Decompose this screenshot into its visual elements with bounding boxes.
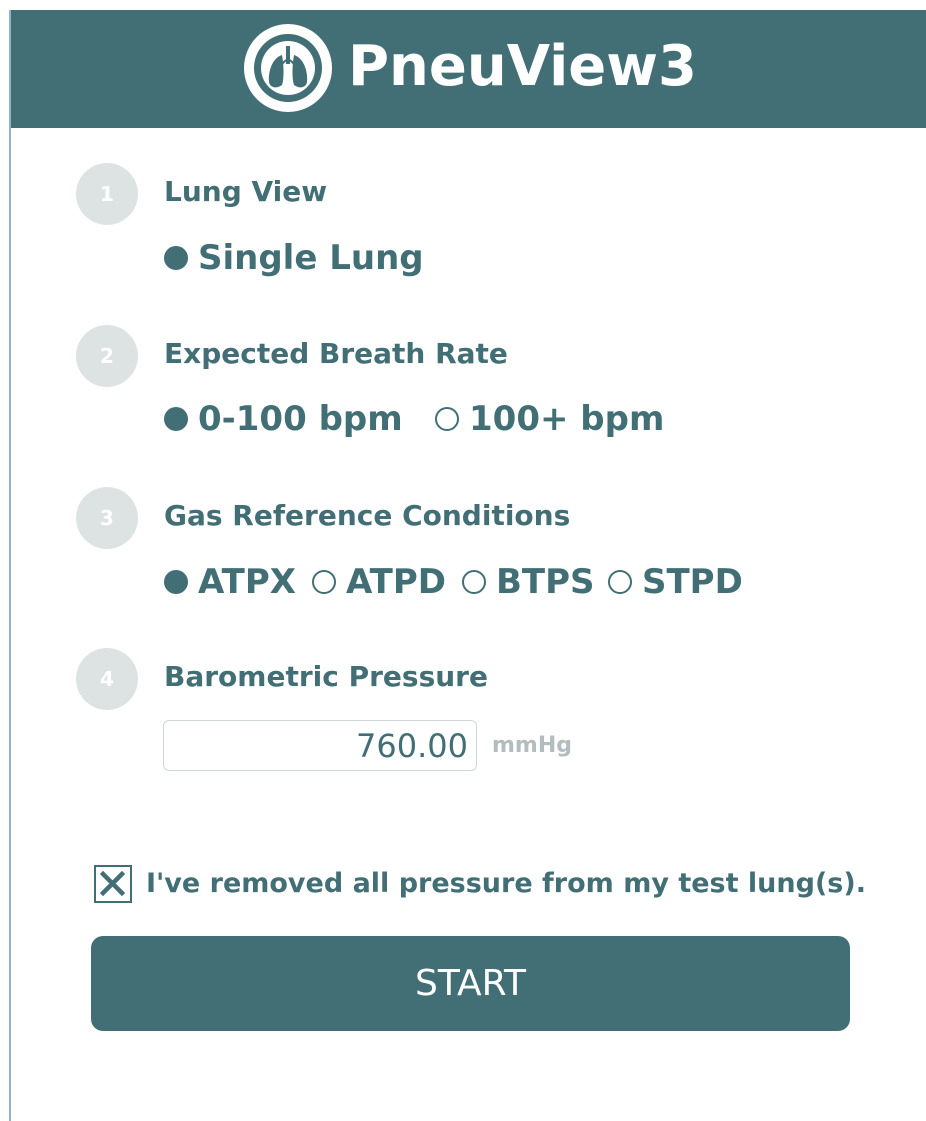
radio-label: 100+ bpm: [469, 399, 665, 439]
radio-label: BTPS: [496, 562, 595, 602]
pressure-removed-checkbox[interactable]: [94, 865, 132, 903]
pressure-removed-label: I've removed all pressure from my test l…: [146, 868, 866, 899]
pressure-unit-label: mmHg: [492, 733, 573, 758]
radio-label: Single Lung: [198, 238, 424, 278]
radio-selected-icon: [164, 246, 188, 270]
radio-selected-icon: [164, 407, 188, 431]
radio-stpd[interactable]: STPD: [608, 560, 743, 604]
app-title: PneuView3: [348, 34, 697, 99]
radio-100-plus-bpm[interactable]: 100+ bpm: [435, 397, 664, 441]
step-number-3: 3: [76, 487, 138, 549]
radio-selected-icon: [164, 570, 188, 594]
radio-label: ATPD: [346, 562, 447, 602]
radio-unselected-icon: [462, 570, 486, 594]
radio-single-lung[interactable]: Single Lung: [164, 236, 424, 280]
step-title-breath-rate: Expected Breath Rate: [164, 337, 508, 370]
checkbox-x-icon: [100, 871, 125, 896]
radio-label: ATPX: [198, 562, 296, 602]
radio-atpd[interactable]: ATPD: [312, 560, 446, 604]
radio-0-100-bpm[interactable]: 0-100 bpm: [164, 397, 403, 441]
barometric-pressure-input[interactable]: [163, 720, 477, 771]
app-window: PneuView3 1 Lung View Single Lung 2 Expe…: [0, 0, 926, 1121]
radio-unselected-icon: [608, 570, 632, 594]
radio-unselected-icon: [312, 570, 336, 594]
radio-btps[interactable]: BTPS: [462, 560, 595, 604]
step-number-1: 1: [76, 163, 138, 225]
radio-atpx[interactable]: ATPX: [164, 560, 296, 604]
radio-unselected-icon: [435, 407, 459, 431]
step-title-barometric-pressure: Barometric Pressure: [164, 660, 488, 693]
step-number-2: 2: [76, 325, 138, 387]
window-border: [9, 10, 11, 1121]
start-button[interactable]: START: [91, 936, 850, 1031]
radio-label: 0-100 bpm: [198, 399, 403, 439]
step-number-4: 4: [76, 648, 138, 710]
lungs-icon: [244, 24, 332, 112]
step-title-lung-view: Lung View: [164, 175, 328, 208]
step-title-gas-reference: Gas Reference Conditions: [164, 499, 571, 532]
radio-label: STPD: [642, 562, 743, 602]
